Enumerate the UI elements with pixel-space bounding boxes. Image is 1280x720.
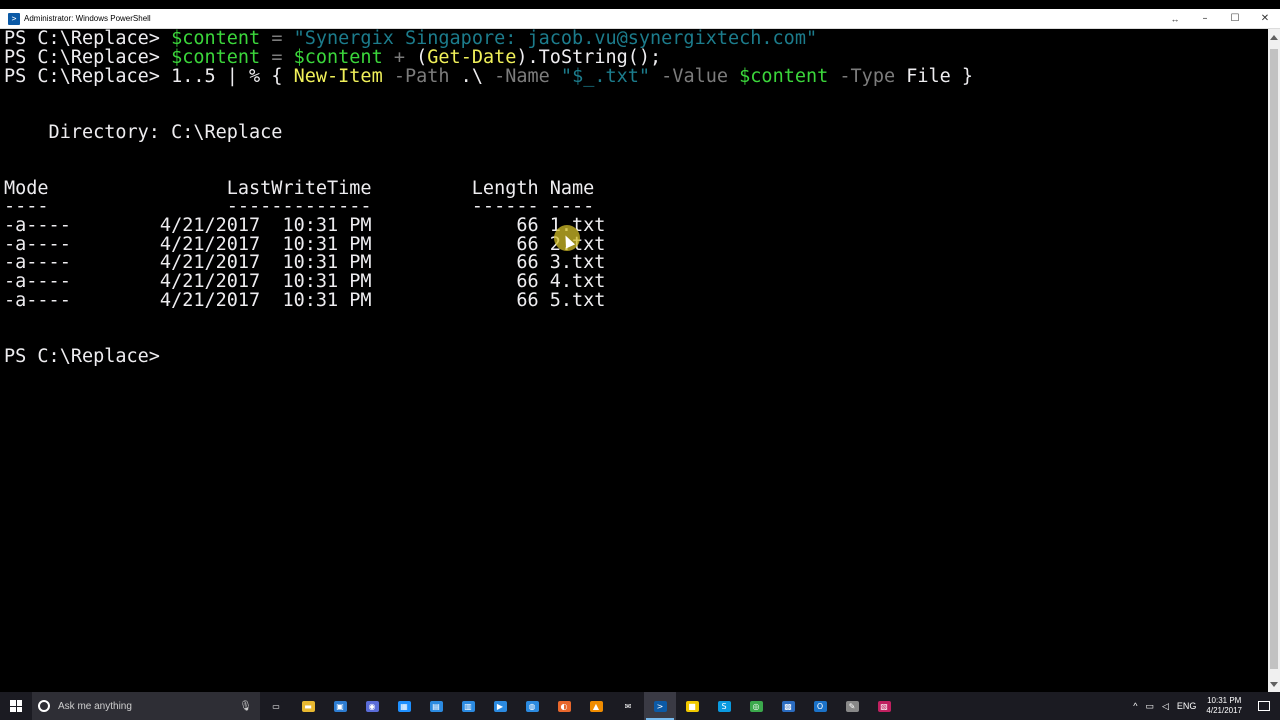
taskbar-app-button[interactable]: ✉: [612, 692, 644, 720]
taskbar-app-button[interactable]: ◉: [356, 692, 388, 720]
maximize-button[interactable]: ☐: [1220, 9, 1250, 29]
table-separator: ---- ------------- ------ ----: [4, 196, 595, 217]
tools-icon: ✎: [845, 700, 859, 712]
powershell-window-icon: >: [8, 12, 20, 25]
table-row: -a---- 4/21/2017 10:31 PM 66 1.txt: [4, 215, 606, 236]
microphone-icon[interactable]: 🎙: [239, 701, 252, 712]
taskbar-app-button[interactable]: ◎: [740, 692, 772, 720]
taskbar-app-button[interactable]: ▦: [388, 692, 420, 720]
app-icon: ▧: [877, 700, 891, 712]
taskbar-app-button[interactable]: ▤: [420, 692, 452, 720]
window-title: Administrator: Windows PowerShell: [24, 14, 151, 23]
taskbar-app-button[interactable]: ▬: [292, 692, 324, 720]
taskbar-app-button[interactable]: ◐: [548, 692, 580, 720]
minimize-button[interactable]: –: [1190, 9, 1220, 29]
scroll-up-icon[interactable]: [1270, 35, 1278, 40]
skype-icon: S: [717, 700, 731, 712]
clock-time: 10:31 PM: [1207, 696, 1242, 705]
media-icon: ▶: [493, 700, 507, 712]
taskbar-app-button[interactable]: O: [804, 692, 836, 720]
taskbar-app-button[interactable]: ▧: [868, 692, 900, 720]
command-line-3: PS C:\Replace> 1..5 | % { New-Item -Path…: [4, 66, 974, 87]
network-icon[interactable]: ▭: [1145, 701, 1154, 712]
calculator-icon: ▦: [397, 700, 411, 712]
command-line-1: PS C:\Replace> $content = "Synergix Sing…: [4, 29, 818, 49]
action-center-icon[interactable]: [1258, 701, 1270, 711]
vertical-scrollbar[interactable]: [1268, 29, 1280, 693]
firefox-icon: ◐: [557, 700, 571, 712]
powershell-icon: >: [653, 700, 667, 712]
taskbar-app-button[interactable]: ▶: [484, 692, 516, 720]
taskbar-app-button[interactable]: ▩: [772, 692, 804, 720]
cortana-icon: [38, 700, 50, 712]
clock[interactable]: 10:31 PM 4/21/2017: [1206, 696, 1242, 716]
clock-date: 4/21/2017: [1206, 706, 1242, 715]
table-row: -a---- 4/21/2017 10:31 PM 66 4.txt: [4, 271, 606, 292]
taskbar-apps: ▭ ▬ ▣ ◉ ▦ ▤ ▥ ▶ ◍ ◐ ▲ ✉ > ■ S ◎ ▩ O ✎ ▧: [260, 692, 900, 720]
chrome-icon: ◎: [749, 700, 763, 712]
task-view-icon: ▭: [269, 700, 283, 712]
volume-icon[interactable]: ◁: [1162, 701, 1169, 712]
window-title-bar: > Administrator: Windows PowerShell ↔ – …: [0, 9, 1280, 29]
taskbar-app-button[interactable]: >: [644, 692, 676, 720]
resize-icon[interactable]: ↔: [1160, 14, 1190, 24]
taskbar-app-button[interactable]: ▣: [324, 692, 356, 720]
scroll-down-icon[interactable]: [1270, 682, 1278, 687]
notes-icon: ■: [685, 700, 699, 712]
taskbar-app-button[interactable]: ▥: [452, 692, 484, 720]
taskbar-app-button[interactable]: ■: [676, 692, 708, 720]
close-button[interactable]: ✕: [1250, 9, 1280, 29]
command-prompt[interactable]: PS C:\Replace>: [4, 347, 160, 366]
mail-icon: ✉: [621, 700, 635, 712]
system-tray: ^ ▭ ◁ ENG 10:31 PM 4/21/2017: [1129, 692, 1280, 720]
command-line-2: PS C:\Replace> $content = $content + (Ge…: [4, 47, 662, 68]
console-output[interactable]: PS C:\Replace> $content = "Synergix Sing…: [0, 29, 1268, 693]
photos-icon: ▤: [429, 700, 443, 712]
vlc-icon: ▲: [589, 700, 603, 712]
outlook-icon: O: [813, 700, 827, 712]
windows-logo-icon: [10, 700, 22, 712]
globe-icon: ◍: [525, 700, 539, 712]
people-icon: ▥: [461, 700, 475, 712]
taskbar-app-button[interactable]: ✎: [836, 692, 868, 720]
search-placeholder: Ask me anything: [58, 700, 132, 712]
scrollbar-thumb[interactable]: [1270, 49, 1278, 669]
start-button[interactable]: [0, 692, 32, 720]
mail-app-icon: ◉: [365, 700, 379, 712]
taskbar-app-button[interactable]: ▭: [260, 692, 292, 720]
table-row: -a---- 4/21/2017 10:31 PM 66 5.txt: [4, 290, 606, 311]
directory-heading: Directory: C:\Replace: [4, 122, 283, 143]
store-icon: ▣: [333, 700, 347, 712]
tray-chevron-icon[interactable]: ^: [1133, 701, 1137, 711]
taskbar: Ask me anything 🎙 ▭ ▬ ▣ ◉ ▦ ▤ ▥ ▶ ◍ ◐ ▲ ✉ > ■ S ◎ ▩ O ✎ ▧ ^…: [0, 692, 1280, 720]
cortana-search-box[interactable]: Ask me anything 🎙: [32, 692, 260, 720]
table-row: -a---- 4/21/2017 10:31 PM 66 3.txt: [4, 252, 606, 273]
taskbar-app-button[interactable]: S: [708, 692, 740, 720]
taskbar-app-button[interactable]: ◍: [516, 692, 548, 720]
taskbar-app-button[interactable]: ▲: [580, 692, 612, 720]
language-indicator[interactable]: ENG: [1177, 701, 1197, 711]
file-explorer-icon: ▬: [301, 700, 315, 712]
remote-desktop-icon: ▩: [781, 700, 795, 712]
